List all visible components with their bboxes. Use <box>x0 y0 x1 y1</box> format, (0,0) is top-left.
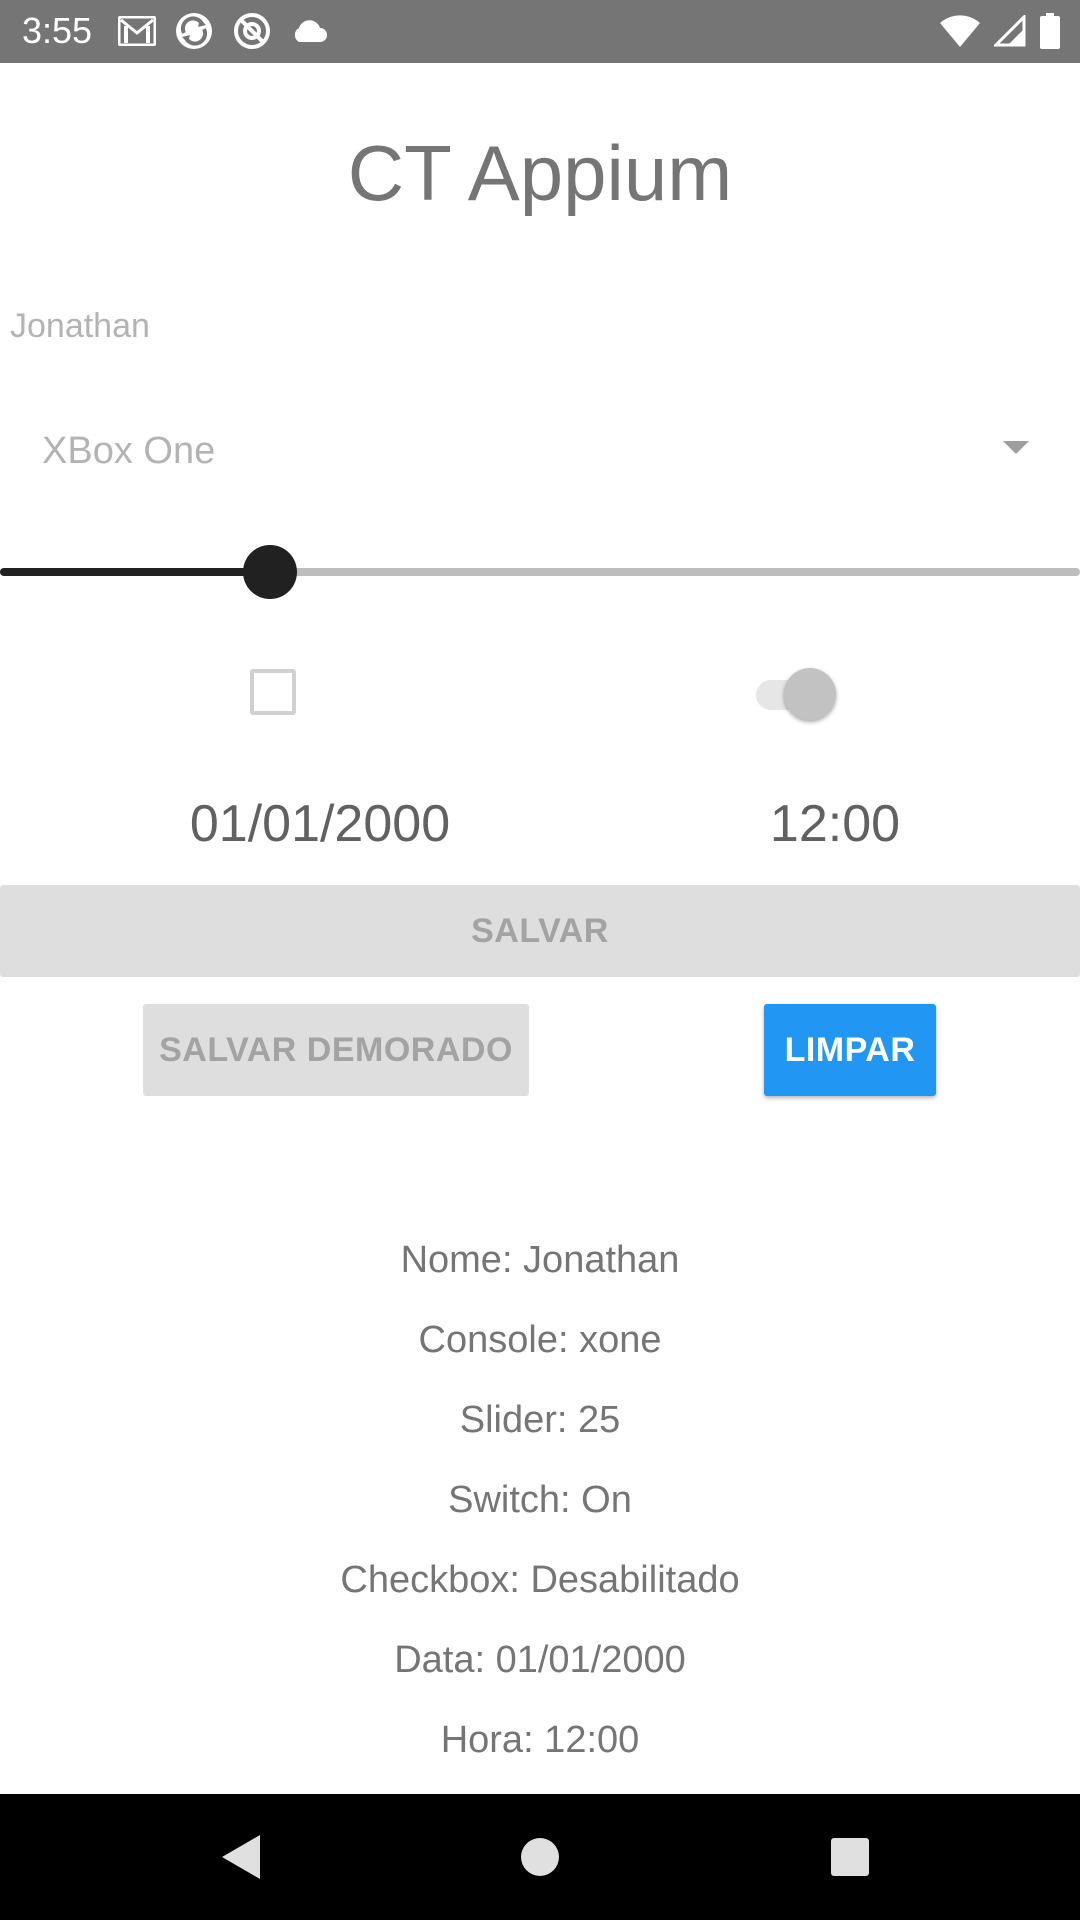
result-nome: Nome: Jonathan <box>400 1239 680 1281</box>
signal-icon <box>994 15 1026 47</box>
slider-fill <box>0 568 270 576</box>
results-panel: Nome: Jonathan Console: xone Slider: 25 … <box>0 1220 1080 1780</box>
console-spinner[interactable]: XBox One <box>0 415 1080 487</box>
result-console: Console: xone <box>418 1319 662 1361</box>
status-bar: 3:55 <box>0 0 1080 63</box>
navigation-bar <box>0 1794 1080 1920</box>
time-picker-text[interactable]: 12:00 <box>700 792 970 856</box>
name-input[interactable] <box>10 300 1070 352</box>
result-data: Data: 01/01/2000 <box>394 1639 686 1681</box>
result-switch: Switch: On <box>448 1479 632 1521</box>
date-picker-text[interactable]: 01/01/2000 <box>130 792 510 856</box>
slider-thumb[interactable] <box>243 545 297 599</box>
no-disturb-icon <box>234 13 270 49</box>
save-delayed-button[interactable]: SALVAR DEMORADO <box>143 1004 529 1096</box>
app-title: CT Appium <box>347 129 733 217</box>
sync-icon <box>176 13 212 49</box>
battery-icon <box>1040 13 1060 49</box>
switch-toggle[interactable] <box>752 664 840 724</box>
switch-thumb <box>784 668 836 720</box>
app-screen: 3:55 CT Appium Jonathan XBox One 01/01/2… <box>0 0 1080 1920</box>
result-hora: Hora: 12:00 <box>440 1719 640 1761</box>
save-button[interactable]: SALVAR <box>0 885 1080 977</box>
back-icon[interactable] <box>210 1827 270 1887</box>
system-icons <box>926 11 1060 51</box>
status-time: 3:55 <box>22 10 93 51</box>
checkbox[interactable] <box>250 669 296 715</box>
wifi-icon <box>940 15 980 47</box>
console-spinner-value: XBox One <box>42 430 216 472</box>
result-slider: Slider: 25 <box>459 1399 621 1441</box>
dropdown-arrow-icon <box>1003 441 1029 454</box>
gmail-icon <box>118 16 156 46</box>
home-icon[interactable] <box>510 1827 570 1887</box>
result-checkbox: Checkbox: Desabilitado <box>340 1559 740 1601</box>
slider[interactable] <box>0 540 1080 604</box>
clear-button[interactable]: LIMPAR <box>764 1004 936 1096</box>
notification-icons <box>118 11 346 51</box>
recents-icon[interactable] <box>820 1827 880 1887</box>
cloud-icon <box>294 20 327 42</box>
